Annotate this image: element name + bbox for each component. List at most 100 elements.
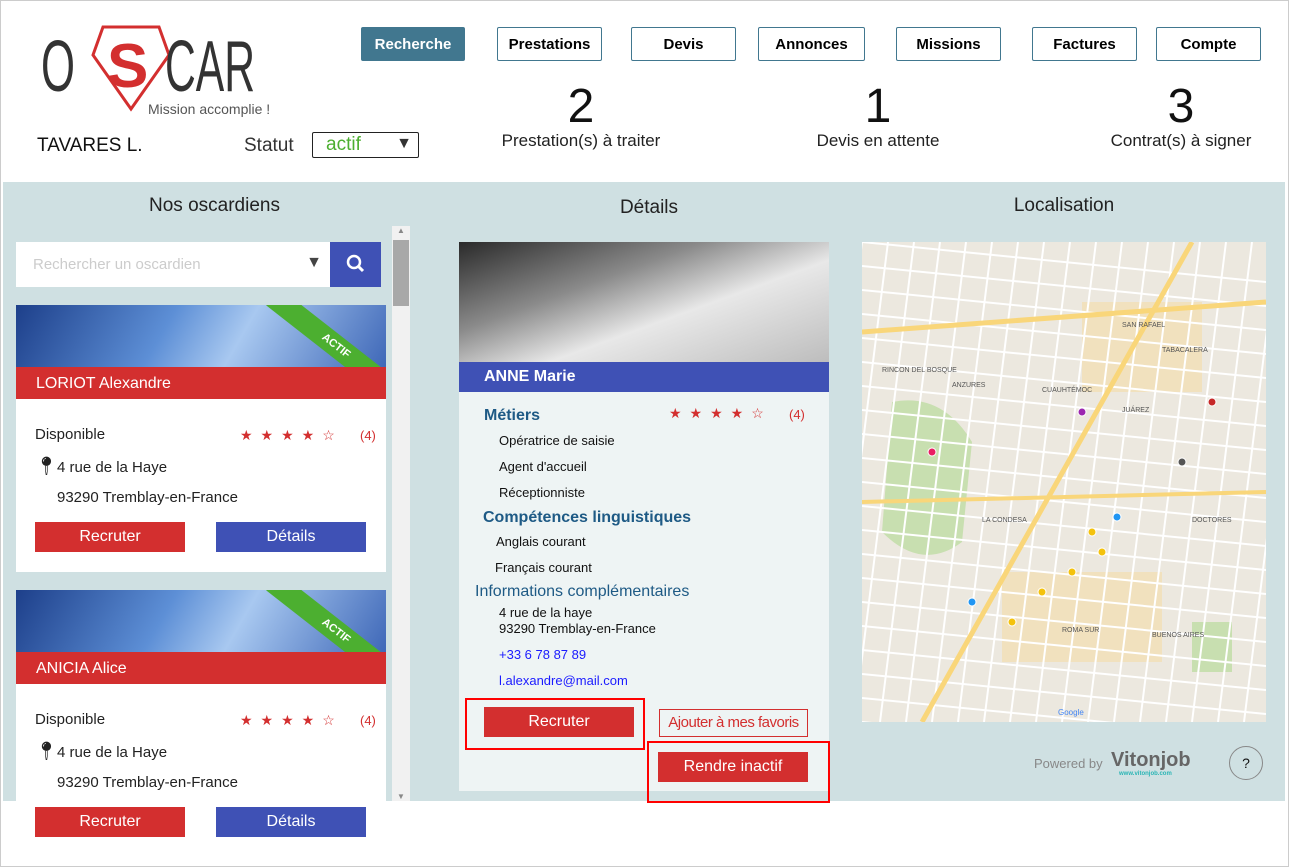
user-name: TAVARES L.: [37, 135, 143, 156]
map-marker-icon: [1207, 397, 1217, 407]
job-item: Agent d'accueil: [499, 459, 587, 474]
search-button[interactable]: [330, 242, 381, 287]
stat-devis-count: 1: [864, 80, 892, 133]
logo-tagline: Mission accomplie !: [148, 101, 271, 117]
map-label: TABACALERA: [1162, 347, 1208, 354]
search-placeholder: Rechercher un oscardien: [33, 256, 201, 273]
map-marker-icon: [1087, 527, 1097, 537]
powered-by-label: Powered by: [1034, 756, 1103, 771]
recruit-button[interactable]: Recruter: [35, 807, 185, 837]
add-favorite-link[interactable]: Ajouter à mes favoris: [659, 709, 808, 737]
scrollbar[interactable]: ▲ ▼: [392, 226, 410, 801]
help-button[interactable]: ?: [1229, 746, 1263, 780]
info-title: Informations complémentaires: [475, 583, 690, 600]
details-image: [459, 242, 829, 362]
map-label: BUENOS AIRES: [1152, 632, 1204, 639]
map-street: [862, 242, 1266, 283]
nav-missions[interactable]: Missions: [896, 27, 1001, 61]
phone-link[interactable]: +33 6 78 87 89: [499, 647, 586, 662]
rating-count: (4): [789, 407, 805, 422]
map-label: SAN RAFAEL: [1122, 322, 1165, 329]
rating-stars: ★★★★☆: [240, 427, 343, 443]
language-item: Anglais courant: [496, 534, 586, 549]
left-column-title: Nos oscardiens: [149, 195, 280, 216]
map-marker-icon: [927, 447, 937, 457]
svg-text:CAR: CAR: [165, 27, 255, 107]
vitonjob-brand: Vitonjob: [1111, 749, 1191, 771]
map-label: JUÁREZ: [1122, 405, 1150, 414]
scroll-down-arrow[interactable]: ▼: [392, 792, 410, 801]
card-name[interactable]: ANICIA Alice: [16, 652, 386, 684]
recruit-button[interactable]: Recruter: [35, 522, 185, 552]
rating-count: (4): [360, 428, 376, 443]
rating-stars: ★★★★☆: [240, 712, 343, 728]
deactivate-button[interactable]: Rendre inactif: [658, 752, 808, 782]
nav-prestations[interactable]: Prestations: [497, 27, 602, 61]
search-input[interactable]: Rechercher un oscardien ▼: [16, 242, 330, 287]
map-label: CUAUHTÉMOC: [1042, 385, 1092, 394]
chevron-down-icon[interactable]: ▼: [306, 254, 322, 272]
park-area: [882, 400, 972, 555]
map-marker-icon: [967, 597, 977, 607]
map-provider-logo: Google: [1058, 708, 1084, 717]
stat-devis-label: Devis en attente: [816, 131, 940, 150]
map-avenue: [862, 299, 1266, 335]
rating-stars: ★★★★☆: [669, 405, 772, 421]
map-canvas[interactable]: SAN RAFAEL TABACALERA ANZURES CUAUHTÉMOC JUÁ…: [862, 242, 1266, 722]
map-marker-icon: [1037, 587, 1047, 597]
nav-devis[interactable]: Devis: [631, 27, 736, 61]
vitonjob-url: www.vitonjob.com: [1119, 771, 1172, 777]
map-marker-icon: [1067, 567, 1077, 577]
map-marker-icon: [1097, 547, 1107, 557]
map[interactable]: SAN RAFAEL TABACALERA ANZURES CUAUHTÉMOC JUÁ…: [862, 242, 1266, 722]
map-label: LA CONDESA: [982, 517, 1027, 524]
stat-prestations-count: 2: [567, 80, 595, 133]
languages-title: Compétences linguistiques: [483, 509, 692, 526]
oscardien-card: ACTIF LORIOT Alexandre Disponible ★★★★☆ …: [16, 305, 386, 572]
oscardien-card: ACTIF ANICIA Alice Disponible ★★★★☆ (4) …: [16, 590, 386, 801]
rating-count: (4): [360, 713, 376, 728]
details-button[interactable]: Détails: [216, 522, 366, 552]
status-badge: ACTIF: [266, 305, 386, 367]
map-label: ROMA SUR: [1062, 627, 1099, 634]
nav-factures[interactable]: Factures: [1032, 27, 1137, 61]
stat-contrats-count: 3: [1167, 80, 1195, 133]
address-line1: 4 rue de la Haye: [57, 459, 168, 476]
logo: O S CAR Mission accomplie !: [41, 25, 281, 120]
address-line1: 4 rue de la Haye: [57, 744, 168, 761]
stat-contrats-label: Contrat(s) à signer: [1110, 131, 1252, 150]
stat-prestations-label: Prestation(s) à traiter: [501, 131, 661, 150]
email-link[interactable]: l.alexandre@mail.com: [499, 673, 628, 688]
card-name[interactable]: LORIOT Alexandre: [16, 367, 386, 399]
status-badge: ACTIF: [266, 590, 386, 652]
availability: Disponible: [35, 711, 106, 728]
details-column-title: Détails: [619, 197, 679, 218]
language-item: Français courant: [495, 560, 592, 575]
details-name: ANNE Marie: [459, 362, 829, 392]
map-label: DOCTORES: [1192, 517, 1232, 524]
address-line2: 93290 Tremblay-en-France: [57, 489, 238, 506]
card-image: ACTIF: [16, 305, 386, 367]
nav-compte[interactable]: Compte: [1156, 27, 1261, 61]
job-item: Réceptionniste: [499, 485, 585, 500]
status-label: Statut: [244, 135, 294, 156]
details-button[interactable]: Détails: [216, 807, 366, 837]
recruit-button[interactable]: Recruter: [484, 707, 634, 737]
status-select[interactable]: actif ▼: [312, 132, 419, 158]
vitonjob-logo[interactable]: Vitonjob www.vitonjob.com: [1111, 749, 1191, 777]
nav-recherche[interactable]: Recherche: [361, 27, 465, 61]
chevron-down-icon: ▼: [396, 135, 412, 152]
svg-text:O: O: [41, 27, 75, 107]
location-pin-icon: 📍︎: [35, 741, 58, 761]
address-line1: 4 rue de la haye: [499, 605, 593, 620]
nav-annonces[interactable]: Annonces: [758, 27, 865, 61]
map-column-title: Localisation: [1013, 195, 1115, 216]
map-marker-icon: [1077, 407, 1087, 417]
scroll-up-arrow[interactable]: ▲: [392, 226, 410, 240]
svg-text:S: S: [107, 32, 148, 101]
map-marker-icon: [1007, 617, 1017, 627]
search-icon: [346, 254, 365, 273]
map-marker-icon: [1177, 457, 1187, 467]
availability: Disponible: [35, 426, 106, 443]
scrollbar-thumb[interactable]: [393, 240, 409, 306]
